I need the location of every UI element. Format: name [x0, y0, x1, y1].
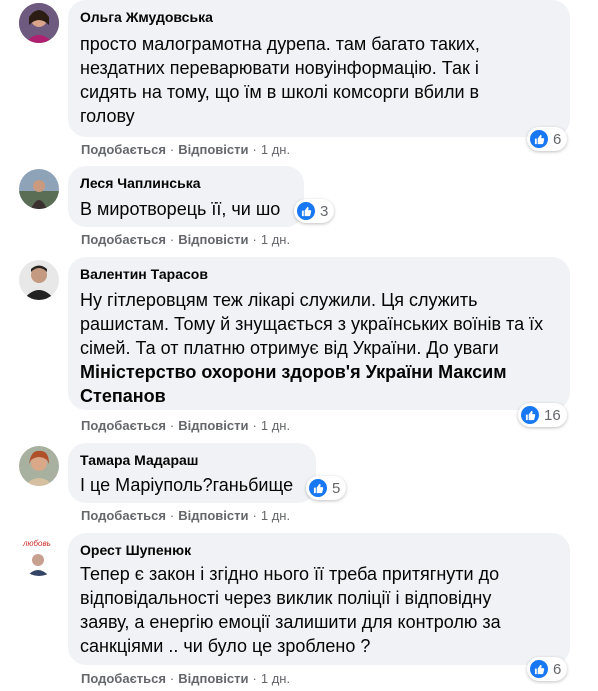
like-icon — [309, 479, 327, 497]
avatar[interactable] — [19, 169, 59, 209]
comment-bubble: Ольга Жмудовська просто малограмотна дур… — [68, 0, 570, 137]
reaction-count[interactable]: 3 — [294, 199, 335, 223]
timestamp[interactable]: 1 дн. — [261, 418, 290, 433]
reaction-count[interactable]: 6 — [527, 657, 568, 681]
comment-author[interactable]: Ольга Жмудовська — [80, 9, 213, 25]
like-link[interactable]: Подобається — [81, 418, 166, 433]
avatar[interactable]: любовь — [19, 536, 59, 576]
like-link[interactable]: Подобається — [81, 232, 166, 247]
comment-text: В миротворець її, чи шо — [80, 199, 281, 219]
reply-link[interactable]: Відповісти — [178, 232, 248, 247]
reaction-count[interactable]: 5 — [306, 476, 347, 500]
comment-actions: Подобається · Відповісти · 1 дн. — [81, 671, 291, 686]
reply-link[interactable]: Відповісти — [178, 418, 248, 433]
comment-author[interactable]: Тамара Мадараш — [80, 452, 198, 468]
comment-actions: Подобається · Відповісти · 1 дн. — [81, 142, 291, 157]
timestamp[interactable]: 1 дн. — [261, 232, 290, 247]
avatar-badge-text: любовь — [23, 539, 51, 548]
comment-actions: Подобається · Відповісти · 1 дн. — [81, 508, 291, 523]
avatar[interactable] — [19, 260, 59, 300]
comment-bubble: Валентин Тарасов Ну гітлеровцям теж ліка… — [68, 257, 570, 410]
reaction-count[interactable]: 6 — [527, 127, 568, 151]
reply-link[interactable]: Відповісти — [178, 508, 248, 523]
reply-link[interactable]: Відповісти — [178, 671, 248, 686]
timestamp[interactable]: 1 дн. — [261, 671, 290, 686]
comment-text: І це Маріуполь?ганьбище — [80, 475, 294, 495]
like-link[interactable]: Подобається — [81, 142, 166, 157]
reaction-count[interactable]: 16 — [518, 403, 567, 427]
avatar[interactable] — [19, 3, 59, 43]
like-icon — [530, 130, 548, 148]
comment-actions: Подобається · Відповісти · 1 дн. — [81, 418, 291, 433]
like-icon — [530, 660, 548, 678]
comment-text: Ну гітлеровцям теж лікарі служили. Ця сл… — [80, 290, 544, 408]
comment-actions: Подобається · Відповісти · 1 дн. — [81, 232, 291, 247]
comment-bubble: Орест Шупенюк Тепер є закон і згідно ньо… — [68, 533, 570, 665]
comment-bubble: Леся Чаплинська В миротворець її, чи шо — [68, 166, 304, 227]
comment-author[interactable]: Орест Шупенюк — [80, 542, 191, 558]
like-link[interactable]: Подобається — [81, 508, 166, 523]
reply-link[interactable]: Відповісти — [178, 142, 248, 157]
like-icon — [521, 406, 539, 424]
comment-author[interactable]: Леся Чаплинська — [80, 175, 201, 191]
mention-link[interactable]: Міністерство охорони здоров'я України Ма… — [80, 360, 543, 408]
timestamp[interactable]: 1 дн. — [261, 142, 290, 157]
timestamp[interactable]: 1 дн. — [261, 508, 290, 523]
like-icon — [297, 202, 315, 220]
comment-text: Тепер є закон і згідно нього її треба пр… — [80, 564, 501, 656]
comment-author[interactable]: Валентин Тарасов — [80, 266, 208, 282]
comment-bubble: Тамара Мадараш І це Маріуполь?ганьбище — [68, 443, 316, 503]
avatar[interactable] — [19, 446, 59, 486]
comment-text: просто малограмотна дурепа. там багато т… — [80, 34, 480, 126]
like-link[interactable]: Подобається — [81, 671, 166, 686]
